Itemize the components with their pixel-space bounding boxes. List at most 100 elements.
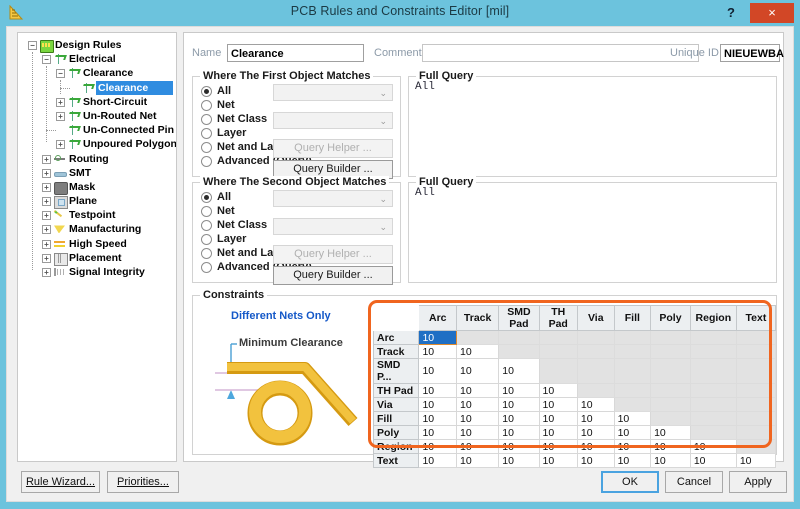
matrix-cell[interactable]: 10	[456, 425, 500, 440]
tree-expander[interactable]: +	[42, 239, 51, 249]
matrix-col-header[interactable]: Fill	[613, 305, 652, 331]
tree-item-testpoint[interactable]: + Testpoint	[23, 208, 175, 222]
tree-item-mask[interactable]: + Mask	[23, 180, 175, 195]
matrix-cell[interactable]: 10	[498, 439, 540, 454]
design-rules-tree[interactable]: − Design Rules − Electrical − Clearance	[17, 32, 177, 462]
matrix-cell[interactable]: 10	[418, 344, 458, 359]
comment-input[interactable]	[422, 44, 699, 62]
matrix-cell[interactable]: 10	[613, 425, 652, 440]
tree-expander[interactable]: +	[42, 225, 51, 235]
tree-expander[interactable]: +	[56, 111, 65, 121]
matrix-cell[interactable]: 10	[613, 439, 652, 454]
matrix-cell[interactable]: 10	[498, 383, 540, 398]
matrix-cell[interactable]: 10	[576, 439, 615, 454]
tree-item-un-connected-pin[interactable]: Un-Connected Pin	[23, 123, 175, 137]
matrix-cell[interactable]: 10	[456, 411, 500, 426]
matrix-row-header[interactable]: Via	[372, 397, 420, 412]
first-object-radio-all[interactable]: All	[201, 85, 231, 98]
tree-item-routing[interactable]: + Routing	[23, 152, 175, 166]
priorities-button[interactable]: Priorities...	[107, 471, 179, 493]
matrix-row-header[interactable]: Poly	[372, 425, 420, 440]
matrix-cell[interactable]: 10	[456, 383, 500, 398]
ok-button[interactable]: OK	[601, 471, 659, 493]
second-object-radio-layer[interactable]: Layer	[201, 233, 246, 246]
cancel-button[interactable]: Cancel	[665, 471, 723, 493]
second-object-net-class-combo[interactable]: ⌄	[273, 218, 393, 235]
matrix-col-header[interactable]: Region	[689, 305, 737, 331]
matrix-cell[interactable]: 10	[456, 453, 500, 468]
matrix-row-header[interactable]: SMD P...	[372, 358, 420, 384]
matrix-cell[interactable]: 10	[538, 383, 578, 398]
matrix-cell[interactable]: 10	[538, 453, 578, 468]
matrix-cell[interactable]: 10	[418, 425, 458, 440]
tree-item-signal-integrity[interactable]: + Signal Integrity	[23, 265, 175, 279]
tree-item-short-circuit[interactable]: + Short-Circuit	[23, 95, 175, 109]
first-object-radio-net[interactable]: Net	[201, 99, 235, 112]
tree-item-manufacturing[interactable]: + Manufacturing	[23, 222, 175, 236]
tree-item-high-speed[interactable]: + High Speed	[23, 237, 175, 251]
matrix-cell[interactable]: 10	[456, 439, 500, 454]
first-object-net-class-combo[interactable]: ⌄	[273, 112, 393, 129]
matrix-cell[interactable]: 10	[613, 453, 652, 468]
tree-item-design-rules[interactable]: − Design Rules	[23, 38, 175, 53]
tree-expander[interactable]: +	[56, 97, 65, 107]
tree-item-placement[interactable]: + Placement	[23, 251, 175, 266]
matrix-col-header[interactable]: Track	[456, 305, 500, 331]
matrix-col-header[interactable]: Text	[735, 305, 777, 331]
first-object-radio-net-class[interactable]: Net Class	[201, 113, 267, 126]
matrix-cell[interactable]: 10	[538, 425, 578, 440]
matrix-cell[interactable]: 10	[498, 425, 540, 440]
matrix-cell[interactable]: 10	[576, 411, 615, 426]
tree-item-smt[interactable]: + SMT	[23, 166, 175, 180]
matrix-cell[interactable]: 10	[689, 453, 737, 468]
matrix-cell[interactable]: 10	[418, 397, 458, 412]
help-button[interactable]: ?	[718, 3, 744, 23]
matrix-cell[interactable]: 10	[418, 330, 458, 345]
matrix-cell[interactable]: 10	[538, 439, 578, 454]
tree-expander[interactable]: −	[28, 41, 37, 50]
tree-item-un-routed-net[interactable]: + Un-Routed Net	[23, 109, 175, 123]
tree-expander[interactable]: +	[42, 168, 51, 178]
matrix-row-header[interactable]: Track	[372, 344, 420, 359]
matrix-cell[interactable]: 10	[456, 397, 500, 412]
rule-wizard-button[interactable]: Rule Wizard...	[21, 471, 100, 493]
close-button[interactable]: ×	[750, 3, 794, 23]
matrix-col-header[interactable]: TH Pad	[538, 305, 578, 331]
matrix-cell[interactable]: 10	[689, 439, 737, 454]
matrix-cell[interactable]: 10	[498, 358, 540, 384]
matrix-col-header[interactable]: Poly	[650, 305, 691, 331]
first-object-radio-layer[interactable]: Layer	[201, 127, 246, 140]
apply-button[interactable]: Apply	[729, 471, 787, 493]
matrix-cell[interactable]: 10	[418, 358, 458, 384]
second-object-radio-net[interactable]: Net	[201, 205, 235, 218]
matrix-cell[interactable]: 10	[613, 411, 652, 426]
matrix-cell[interactable]: 10	[456, 344, 500, 359]
matrix-col-header[interactable]: Via	[576, 305, 615, 331]
matrix-cell[interactable]: 10	[418, 439, 458, 454]
matrix-cell[interactable]: 10	[456, 358, 500, 384]
name-input[interactable]: Clearance	[227, 44, 364, 62]
unique-id-input[interactable]: NIEUEWBA	[720, 44, 784, 62]
tree-item-electrical[interactable]: − Electrical	[23, 52, 175, 66]
first-full-query-text[interactable]: All	[415, 81, 435, 93]
tree-item-unpoured-polygon[interactable]: + Unpoured Polygon	[23, 137, 176, 151]
second-object-radio-all[interactable]: All	[201, 191, 231, 204]
matrix-col-header[interactable]: SMD Pad	[498, 305, 540, 331]
tree-expander[interactable]: −	[42, 55, 51, 65]
first-object-net-combo[interactable]: ⌄	[273, 84, 393, 101]
matrix-cell[interactable]: 10	[538, 397, 578, 412]
first-object-query-helper-button[interactable]: Query Helper ...	[273, 139, 393, 158]
matrix-cell[interactable]: 10	[576, 425, 615, 440]
matrix-cell[interactable]: 10	[650, 453, 691, 468]
matrix-cell[interactable]: 10	[735, 453, 777, 468]
matrix-row-header[interactable]: Region	[372, 439, 420, 454]
matrix-row-header[interactable]: Fill	[372, 411, 420, 426]
tree-item-clearance-selected[interactable]: Clearance	[23, 80, 175, 95]
matrix-row-header[interactable]: TH Pad	[372, 383, 420, 398]
matrix-row-header[interactable]: Text	[372, 453, 420, 468]
tree-expander[interactable]: +	[42, 253, 51, 263]
matrix-cell[interactable]: 10	[498, 453, 540, 468]
tree-expander[interactable]: +	[42, 211, 51, 221]
matrix-cell[interactable]: 10	[576, 397, 615, 412]
tree-expander[interactable]: +	[42, 182, 51, 192]
